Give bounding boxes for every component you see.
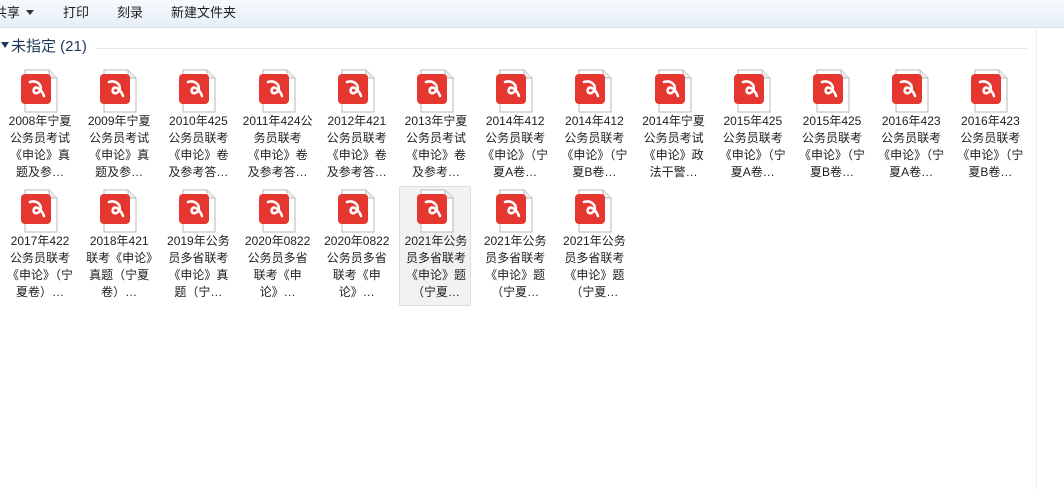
file-name: 2011年424公务员联考《申论》卷及参考答…: [242, 114, 313, 179]
file-item[interactable]: 2012年421公务员联考《申论》卷及参考答…: [320, 66, 392, 186]
file-name: 2014年宁夏公务员考试《申论》政法干警…: [642, 114, 705, 179]
pdf-file-icon: [496, 189, 533, 233]
file-name: 2013年宁夏公务员考试《申论》卷及参考…: [404, 114, 468, 179]
group-header[interactable]: 未指定 (21): [0, 36, 1036, 58]
file-name: 2017年422公务员联考《申论》（宁夏卷）…: [6, 234, 73, 299]
pdf-file-icon: [813, 69, 850, 113]
file-name: 2010年425公务员联考《申论》卷及参考答…: [168, 114, 229, 179]
share-button[interactable]: 共享: [0, 0, 40, 27]
pdf-file-icon: [654, 69, 692, 113]
pdf-file-icon: [337, 69, 375, 113]
pdf-file-icon: [258, 69, 296, 113]
file-item[interactable]: 2016年423公务员联考《申论》（宁夏A卷…: [874, 66, 946, 186]
file-name: 2008年宁夏公务员考试《申论》真题及参…: [8, 114, 72, 179]
pdf-file-icon: [337, 189, 375, 233]
collapse-arrow-icon[interactable]: [1, 42, 9, 48]
file-name: 2015年425公务员联考《申论》（宁夏B卷…: [798, 114, 865, 179]
file-item[interactable]: 2020年0822公务员多省联考《申论》…: [320, 186, 392, 306]
command-bar: 共享 打印 刻录 新建文件夹: [0, 0, 1064, 28]
file-item[interactable]: 2015年425公务员联考《申论》（宁夏A卷…: [716, 66, 788, 186]
pdf-file-icon: [971, 69, 1008, 113]
file-name: 2016年423公务员联考《申论》（宁夏A卷…: [878, 114, 945, 179]
pdf-file-icon: [100, 189, 137, 233]
file-name: 2009年宁夏公务员考试《申论》真题及参…: [87, 114, 151, 179]
file-item[interactable]: 2019年公务员多省联考《申论》真题（宁…: [161, 186, 233, 306]
vertical-scrollbar[interactable]: [1036, 29, 1064, 489]
new-folder-button[interactable]: 新建文件夹: [165, 0, 242, 27]
pdf-file-icon: [179, 189, 216, 233]
file-item[interactable]: 2013年宁夏公务员考试《申论》卷及参考…: [399, 66, 471, 186]
file-name: 2021年公务员多省联考《申论》题（宁夏…: [483, 234, 547, 299]
pdf-file-icon: [21, 69, 58, 113]
group-divider: [96, 48, 1027, 49]
group-title: 未指定 (21): [11, 38, 87, 55]
file-name: 2012年421公务员联考《申论》卷及参考答…: [326, 114, 387, 179]
file-name: 2021年公务员多省联考《申论》题（宁夏…: [404, 234, 468, 299]
pdf-file-icon: [21, 189, 58, 233]
file-name: 2020年0822公务员多省联考《申论》…: [324, 234, 390, 299]
file-name: 2014年412公务员联考《申论》（宁夏B卷…: [561, 114, 628, 179]
file-name: 2015年425公务员联考《申论》（宁夏A卷…: [719, 114, 786, 179]
file-name: 2018年421联考《申论》真题（宁夏卷）…: [86, 234, 153, 299]
pdf-file-icon: [496, 69, 533, 113]
pdf-file-icon: [258, 189, 296, 233]
pdf-file-icon: [575, 189, 612, 233]
file-name: 2019年公务员多省联考《申论》真题（宁…: [167, 234, 230, 299]
file-item[interactable]: 2008年宁夏公务员考试《申论》真题及参…: [3, 66, 75, 186]
file-item[interactable]: 2020年0822公务员多省联考《申论》…: [241, 186, 313, 306]
pdf-file-icon: [417, 189, 454, 233]
share-button-label: 共享: [0, 5, 21, 20]
pdf-file-icon: [417, 69, 454, 113]
file-name: 2020年0822公务员多省联考《申论》…: [244, 234, 311, 299]
pdf-file-icon: [733, 69, 771, 113]
file-item[interactable]: 2011年424公务员联考《申论》卷及参考答…: [241, 66, 313, 186]
file-item[interactable]: 2014年宁夏公务员考试《申论》政法干警…: [637, 66, 709, 186]
file-item[interactable]: 2010年425公务员联考《申论》卷及参考答…: [161, 66, 233, 186]
file-item[interactable]: 2018年421联考《申论》真题（宁夏卷）…: [82, 186, 154, 306]
file-item[interactable]: 2017年422公务员联考《申论》（宁夏卷）…: [3, 186, 75, 306]
chevron-down-icon: [26, 10, 35, 16]
pdf-file-icon: [892, 69, 929, 113]
pdf-file-icon: [100, 69, 137, 113]
pdf-file-icon: [575, 69, 612, 113]
pdf-file-icon: [179, 69, 216, 113]
print-button[interactable]: 打印: [57, 0, 95, 27]
file-item[interactable]: 2016年423公务员联考《申论》（宁夏B卷…: [953, 66, 1025, 186]
file-item[interactable]: 2014年412公务员联考《申论》（宁夏B卷…: [557, 66, 629, 186]
file-name: 2021年公务员多省联考《申论》题（宁夏…: [563, 234, 626, 299]
burn-button[interactable]: 刻录: [111, 0, 149, 27]
file-item[interactable]: 2014年412公务员联考《申论》（宁夏A卷…: [478, 66, 550, 186]
file-item[interactable]: 2021年公务员多省联考《申论》题（宁夏…: [557, 186, 629, 306]
file-name: 2016年423公务员联考《申论》（宁夏B卷…: [957, 114, 1024, 179]
file-item[interactable]: 2021年公务员多省联考《申论》题（宁夏…: [399, 186, 471, 306]
file-item[interactable]: 2009年宁夏公务员考试《申论》真题及参…: [82, 66, 154, 186]
file-item[interactable]: 2015年425公务员联考《申论》（宁夏B卷…: [795, 66, 867, 186]
file-item[interactable]: 2021年公务员多省联考《申论》题（宁夏…: [478, 186, 550, 306]
file-name: 2014年412公务员联考《申论》（宁夏A卷…: [482, 114, 549, 179]
